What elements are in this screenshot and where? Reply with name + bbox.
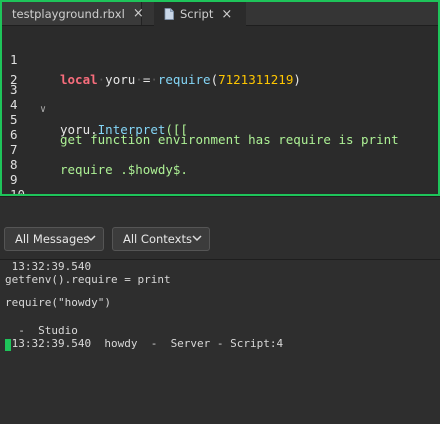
dropdown-label: All Messages: [15, 232, 90, 246]
close-icon[interactable]: ×: [133, 6, 144, 21]
log-line: 13:32:39.540: [5, 260, 92, 273]
log-line: - Studio: [5, 324, 78, 337]
dropdown-label: All Contexts: [123, 232, 192, 246]
code-line: 11: [2, 180, 438, 194]
context-filter-dropdown[interactable]: All Contexts: [112, 227, 210, 251]
script-icon: [164, 8, 174, 20]
tab-script[interactable]: Script ×: [154, 2, 246, 26]
output-panel: All Messages All Contexts 13:32:39.540 g…: [0, 196, 440, 424]
tab-label: Script: [180, 7, 214, 21]
close-icon[interactable]: ×: [221, 7, 232, 22]
code-line: 1 local·yoru·=·require(7121311219): [10, 52, 301, 87]
log-line: getfenv().require = print: [5, 273, 171, 286]
log-line: require("howdy"): [5, 296, 111, 309]
output-filter-bar: All Messages All Contexts: [0, 209, 440, 260]
chevron-down-icon: [192, 235, 202, 242]
output-log[interactable]: 13:32:39.540 getfenv().require = print r…: [0, 260, 440, 424]
tab-label: testplayground.rbxl: [12, 6, 125, 21]
chevron-down-icon: [86, 235, 96, 242]
message-filter-dropdown[interactable]: All Messages: [4, 227, 104, 251]
code-area[interactable]: 1 local·yoru·=·require(7121311219) 2 3 ∨…: [2, 26, 438, 194]
tab-bar: testplayground.rbxl × Script ×: [2, 2, 438, 26]
script-editor[interactable]: testplayground.rbxl × Script × 1 local·y…: [0, 0, 440, 196]
log-line: 13:32:39.540 howdy - Server - Script:4: [5, 337, 284, 350]
tab-testplayground[interactable]: testplayground.rbxl ×: [2, 2, 144, 25]
